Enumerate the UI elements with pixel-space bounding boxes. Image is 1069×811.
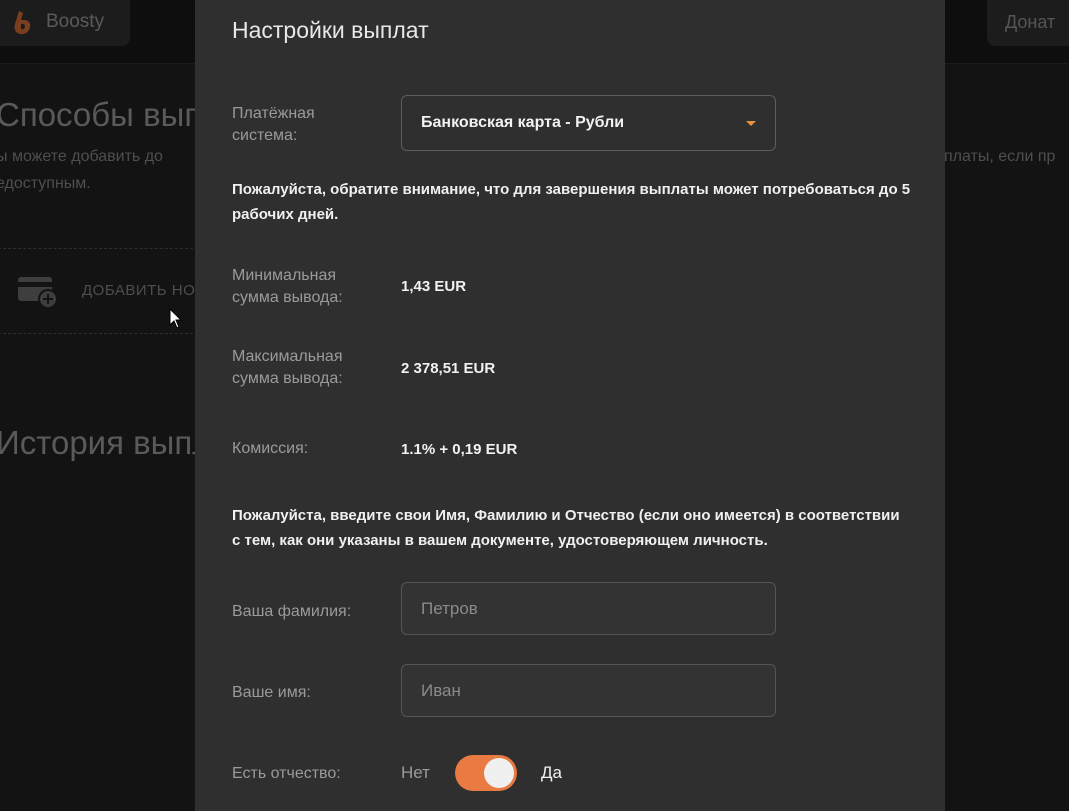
surname-input[interactable] [401,582,776,635]
max-amount-label: Максимальная сумма вывода: [232,348,343,387]
donate-button[interactable]: Донат [987,0,1069,46]
donate-label: Донат [1005,12,1056,32]
payment-system-select[interactable]: Банковская карта - Рубли [401,95,776,151]
payout-methods-text: ы можете добавить до [0,148,163,165]
min-amount-label: Минимальная сумма вывода: [232,267,343,306]
modal-title: Настройки выплат [232,17,429,43]
toggle-off-label: Нет [401,763,430,782]
add-payout-method-label: ДОБАВИТЬ НО [82,282,196,299]
name-notice: Пожалуйста, введите свои Имя, Фамилию и … [232,507,900,549]
payout-settings-modal: Настройки выплат Платёжная система: Банк… [195,0,945,811]
first-name-label: Ваше имя: [232,684,311,701]
payment-system-value: Банковская карта - Рубли [421,114,625,131]
payout-methods-text-2: едоступным. [0,175,91,192]
add-card-icon [18,277,58,309]
max-amount-value: 2 378,51 EUR [401,360,496,377]
patronymic-label: Есть отчество: [232,765,341,782]
logo-link[interactable]: Boosty [0,0,130,46]
commission-value: 1.1% + 0,19 EUR [401,441,518,458]
boosty-logo-icon [14,11,31,35]
payment-system-label: Платёжная система: [232,105,315,144]
mouse-cursor-icon [169,308,183,329]
toggle-knob [484,758,514,788]
first-name-input[interactable] [401,664,776,717]
toggle-on-label: Да [541,763,562,782]
chevron-down-icon [746,121,756,126]
payout-history-title: История выпл [0,424,212,461]
patronymic-toggle[interactable] [455,755,517,791]
surname-label: Ваша фамилия: [232,603,352,620]
payout-duration-notice: Пожалуйста, обратите внимание, что для з… [232,181,911,223]
min-amount-value: 1,43 EUR [401,278,467,295]
payout-methods-text-right: платы, если пр [944,148,1056,165]
commission-label: Комиссия: [232,440,309,457]
logo-text: Boosty [46,11,105,32]
payout-methods-title: Способы выпл [0,96,222,133]
